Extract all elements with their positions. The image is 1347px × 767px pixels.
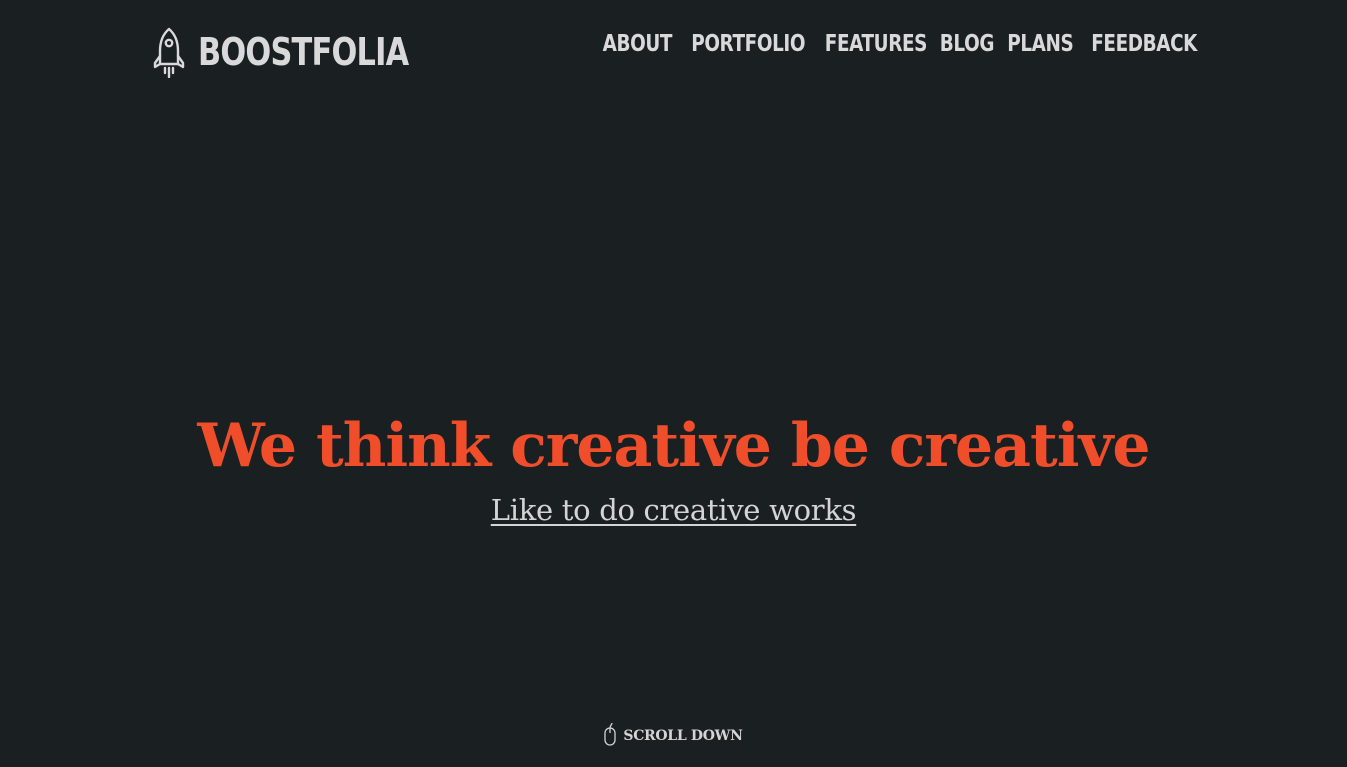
nav-item-feedback[interactable]: FEEDBACK <box>1091 33 1197 56</box>
hero-section: We think creative be creative Like to do… <box>0 408 1347 528</box>
nav-item-about[interactable]: ABOUT <box>603 33 673 56</box>
nav-item-features[interactable]: FEATURES <box>825 33 928 56</box>
main-nav: ABOUT PORTFOLIO FEATURES BLOG PLANS FEED… <box>594 33 1200 56</box>
brand-logo-link[interactable]: BOOSTFOLIA <box>150 24 461 80</box>
hero-title: We think creative be creative <box>197 411 1150 481</box>
site-header: BOOSTFOLIA ABOUT PORTFOLIO FEATURES BLOG… <box>0 0 1347 100</box>
scroll-down-label: SCROLL DOWN <box>623 728 743 744</box>
nav-item-plans[interactable]: PLANS <box>1007 33 1074 56</box>
rocket-icon <box>153 27 185 78</box>
nav-item-portfolio[interactable]: PORTFOLIO <box>691 33 805 56</box>
hero-subtitle-link[interactable]: Like to do creative works <box>491 492 857 528</box>
scroll-down-button[interactable]: SCROLL DOWN <box>0 722 1347 746</box>
brand-name: BOOSTFOLIA <box>198 30 409 74</box>
mouse-icon <box>604 722 617 746</box>
nav-item-blog[interactable]: BLOG <box>940 33 995 56</box>
